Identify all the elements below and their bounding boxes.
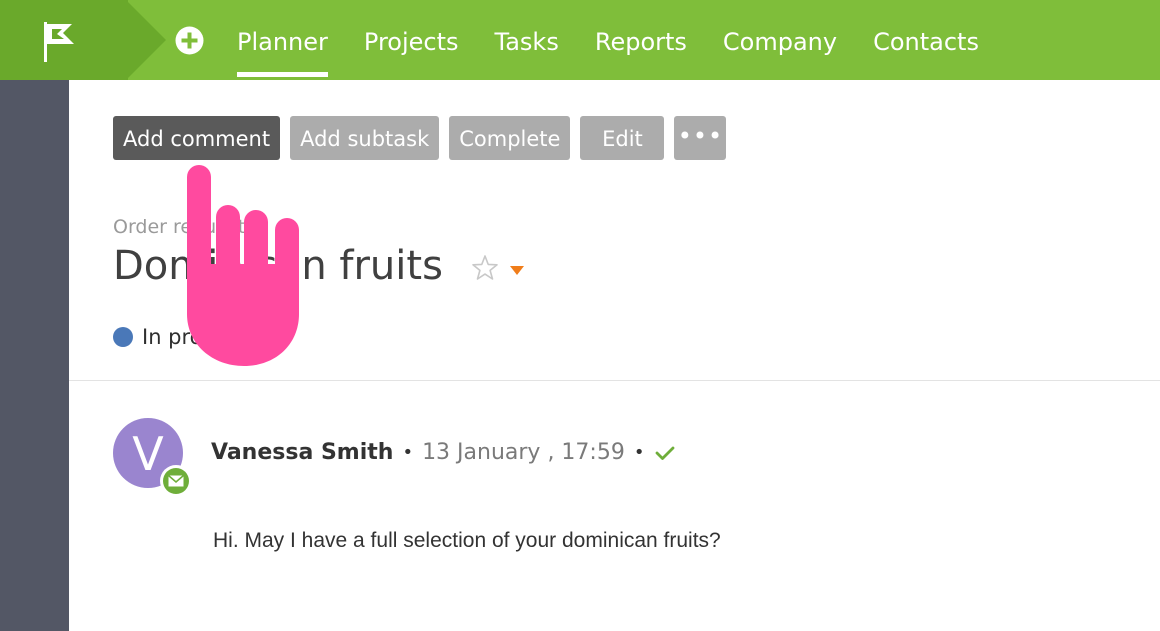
comment-timestamp: 13 January , 17:59 <box>422 440 625 465</box>
check-icon <box>656 446 675 460</box>
logo-arrow <box>126 0 166 80</box>
nav-item-contacts[interactable]: Contacts <box>873 0 979 80</box>
nav-item-planner[interactable]: Planner <box>237 0 328 80</box>
plus-circle-icon[interactable] <box>175 26 204 55</box>
meta-separator: • <box>402 442 414 463</box>
add-comment-button[interactable]: Add comment <box>113 116 281 160</box>
star-outline-icon[interactable] <box>471 254 499 282</box>
complete-button[interactable]: Complete <box>449 116 571 160</box>
nav-item-projects[interactable]: Projects <box>364 0 459 80</box>
flag-logo-icon[interactable] <box>40 20 80 64</box>
comment-meta: Vanessa Smith • 13 January , 17:59 • <box>211 440 675 465</box>
nav-item-reports[interactable]: Reports <box>595 0 687 80</box>
section-divider <box>69 380 1160 381</box>
mail-badge <box>160 465 192 497</box>
top-bar: Planner Projects Tasks Reports Company C… <box>0 0 1160 80</box>
comment-body: Hi. May I have a full selection of your … <box>213 529 721 552</box>
status-dot-icon <box>113 327 133 347</box>
comment-author[interactable]: Vanessa Smith <box>211 440 393 465</box>
edit-button[interactable]: Edit <box>580 116 665 160</box>
mail-icon <box>163 468 189 494</box>
nav-item-company[interactable]: Company <box>723 0 837 80</box>
add-subtask-button[interactable]: Add subtask <box>290 116 440 160</box>
more-actions-button[interactable]: ••• <box>674 116 727 160</box>
main-nav: Planner Projects Tasks Reports Company C… <box>237 0 1015 80</box>
nav-item-tasks[interactable]: Tasks <box>495 0 559 80</box>
left-sidebar <box>0 80 69 631</box>
hand-pointer-icon <box>187 165 299 366</box>
meta-separator: • <box>633 442 645 463</box>
task-toolbar: Add comment Add subtask Complete Edit ••… <box>113 116 736 160</box>
caret-down-icon[interactable] <box>510 266 524 275</box>
